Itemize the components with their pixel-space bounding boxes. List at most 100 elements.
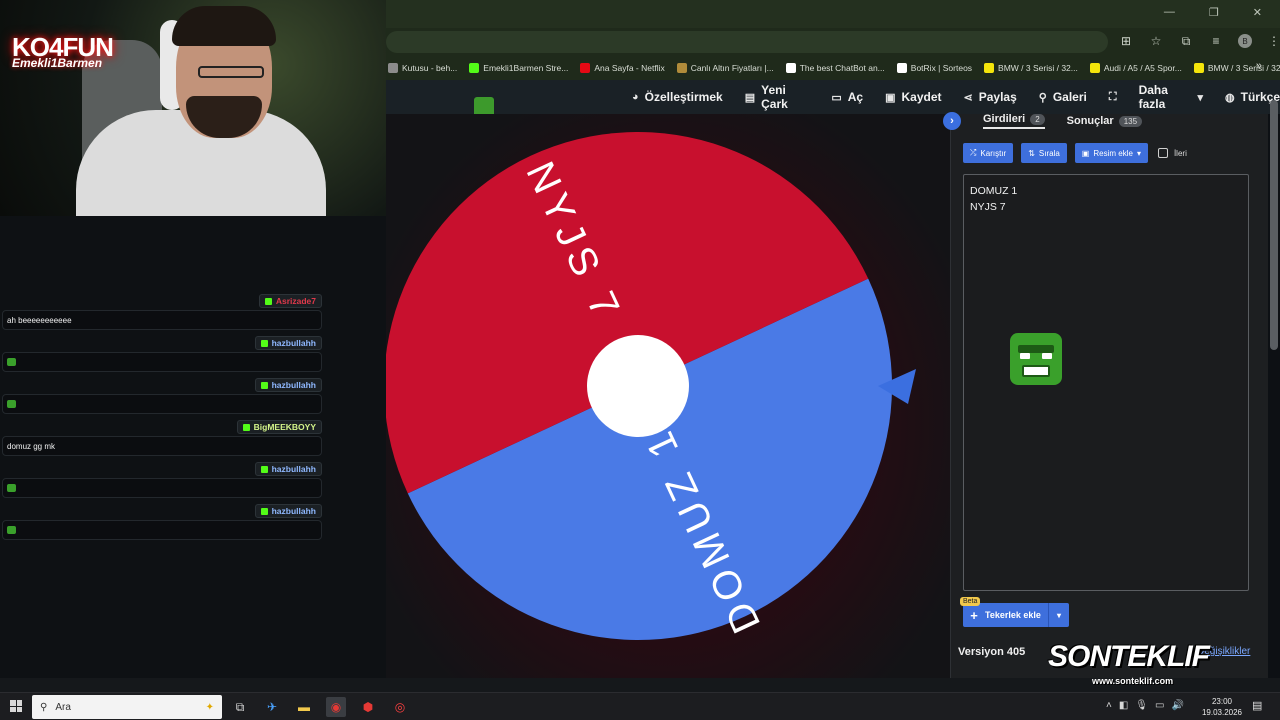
- bookmark-item[interactable]: BMW / 3 Serisi / 32...: [984, 63, 1078, 73]
- kick-badge-icon: [260, 465, 268, 473]
- tab-entries[interactable]: Girdileri 2: [983, 113, 1045, 129]
- bookmark-label: Emekli1Barmen Stre...: [483, 63, 569, 73]
- chevron-down-icon[interactable]: ▾: [1049, 611, 1069, 620]
- menu-item[interactable]: Daha fazla ▾: [1139, 83, 1203, 111]
- bookmark-item[interactable]: BMW / 3 Serisi / 32...: [1193, 63, 1280, 73]
- panel-tabs: › Girdileri 2 Sonuçlar 135: [943, 110, 1143, 132]
- bookmark-item[interactable]: Emekli1Barmen Stre...: [469, 63, 568, 73]
- chat-message-text: ah beeeeeeeeeee: [7, 316, 72, 325]
- app-icon[interactable]: ✈: [262, 697, 282, 717]
- wheel-center-hub[interactable]: [587, 335, 689, 437]
- bookmarks-more-button[interactable]: »: [1256, 60, 1262, 72]
- tab-results[interactable]: Sonuçlar 135: [1067, 115, 1143, 127]
- beta-badge: Beta: [960, 597, 981, 606]
- star-icon[interactable]: ☆: [1148, 33, 1164, 49]
- window-controls: — ❐ ✕: [1164, 6, 1262, 19]
- entries-textarea[interactable]: DOMUZ 1 NYJS 7: [963, 174, 1249, 591]
- menu-item[interactable]: ◕ Özelleştirmek: [632, 90, 723, 104]
- tray-chevron-icon[interactable]: ˄: [1106, 700, 1112, 711]
- chat-username-label: hazbullahh: [271, 506, 316, 516]
- chat-message-text: domuz gg mk: [7, 442, 56, 451]
- taskbar: ⚲ Ara ✦ ⧉ ✈ ▬ ◉ ⬢ ◎ ˄ ◧ 🎙 ▭ 🔊 23:00 19.0…: [0, 692, 1280, 720]
- hulk-emote-icon: [7, 400, 16, 408]
- chat-username[interactable]: hazbullahh: [254, 336, 322, 350]
- microphone-icon[interactable]: 🎙: [1135, 700, 1148, 711]
- windows-start-icon[interactable]: [10, 700, 22, 712]
- hulk-emote-image: [1010, 333, 1062, 385]
- chat-message: ah beeeeeeeeeee: [2, 310, 322, 330]
- tray-app-icon[interactable]: ◧: [1119, 700, 1128, 711]
- spin-wheel[interactable]: DOMUZ 1NYJS 7: [380, 124, 920, 654]
- sort-button[interactable]: ⇅ Sırala: [1021, 143, 1067, 163]
- chat-username[interactable]: hazbullahh: [254, 378, 322, 392]
- hulk-emote-icon: [7, 358, 16, 366]
- menu-item[interactable]: ⛶: [1109, 91, 1117, 104]
- menu-item-label: Yeni Çark: [761, 83, 788, 111]
- menu-item-label: Galeri: [1052, 90, 1087, 104]
- chat-message: domuz gg mk: [2, 436, 322, 456]
- file-explorer-icon[interactable]: ▬: [294, 697, 314, 717]
- add-wheel-button[interactable]: + Tekerlek ekle ▾: [963, 603, 1069, 627]
- tab-entries-label: Girdileri: [983, 113, 1026, 125]
- chat-username[interactable]: Asrizade7: [258, 294, 322, 308]
- profile-avatar[interactable]: B: [1238, 34, 1252, 48]
- palette-icon: ◕: [632, 91, 639, 103]
- bookmark-favicon-icon: [1193, 63, 1204, 73]
- bookmark-item[interactable]: Audi / A5 / A5 Spor...: [1089, 63, 1182, 73]
- bookmark-favicon-icon: [580, 63, 591, 73]
- add-image-button[interactable]: ▣ Resim ekle ▾: [1074, 143, 1148, 163]
- chat-username[interactable]: hazbullahh: [254, 504, 322, 518]
- chevron-down-icon: ▾: [1136, 148, 1141, 158]
- advanced-label: İleri: [1173, 148, 1187, 158]
- menu-item-label: Kaydet: [901, 90, 942, 104]
- bookmark-label: Canlı Altın Fiyatları |...: [690, 63, 774, 73]
- bookmark-favicon-icon: [676, 63, 687, 73]
- shuffle-icon: ⤮: [970, 148, 977, 157]
- bookmark-favicon-icon: [469, 63, 480, 73]
- menu-item[interactable]: ⋖ Paylaş: [964, 90, 1017, 104]
- address-input[interactable]: [386, 31, 1108, 53]
- folder-open-icon: ▭: [831, 91, 842, 104]
- hulk-emote-icon: [7, 526, 16, 534]
- bookmark-item[interactable]: The best ChatBot an...: [785, 63, 885, 73]
- menu-item[interactable]: ▭ Aç: [831, 90, 863, 104]
- menu-kebab-icon[interactable]: ⋮: [1266, 33, 1280, 49]
- task-view-icon[interactable]: ⧉: [230, 697, 250, 717]
- game-app-icon[interactable]: ⬢: [358, 697, 378, 717]
- advanced-checkbox[interactable]: [1157, 148, 1168, 158]
- chat-username[interactable]: hazbullahh: [254, 462, 322, 476]
- taskbar-clock[interactable]: 23:00 19.03.2026: [1200, 696, 1244, 718]
- chat-username[interactable]: BigMEEKBOYY: [236, 420, 322, 434]
- menu-item[interactable]: ▣ Kaydet: [885, 90, 941, 104]
- close-button[interactable]: ✕: [1253, 6, 1262, 19]
- volume-icon[interactable]: 🔊: [1171, 700, 1183, 711]
- chat-message: [2, 520, 322, 540]
- translate-icon[interactable]: ⊞: [1118, 33, 1134, 49]
- notifications-icon[interactable]: ▤: [1252, 699, 1262, 712]
- plus-icon: +: [970, 607, 978, 623]
- extensions-icon[interactable]: ⧉: [1178, 33, 1194, 49]
- kick-badge-icon: [260, 381, 268, 389]
- advanced-toggle[interactable]: İleri: [1157, 148, 1187, 158]
- menu-item-label: Daha fazla: [1138, 83, 1168, 111]
- menu-item[interactable]: ⚲ Galeri: [1039, 90, 1087, 104]
- network-icon[interactable]: ▭: [1155, 700, 1164, 711]
- media-icon[interactable]: ≡: [1208, 33, 1224, 49]
- chat-overlay: Asrizade7 ah beeeeeeeeeee hazbullahh hazbul…: [0, 216, 386, 678]
- restore-button[interactable]: ❐: [1209, 6, 1219, 19]
- shuffle-button[interactable]: ⤮ Karıştır: [963, 143, 1014, 163]
- kick-badge-icon: [260, 339, 268, 347]
- obs-app-icon[interactable]: ◎: [390, 697, 410, 717]
- bookmark-item[interactable]: Canlı Altın Fiyatları |...: [676, 63, 774, 73]
- bookmark-favicon-icon: [388, 63, 398, 73]
- bookmark-item[interactable]: Ana Sayfa - Netflix: [580, 63, 665, 73]
- page-scrollbar[interactable]: [1270, 100, 1278, 350]
- collapse-panel-icon[interactable]: ›: [943, 112, 961, 130]
- menu-item[interactable]: ▤ Yeni Çark: [745, 83, 810, 111]
- chrome-icon[interactable]: ◉: [326, 697, 346, 717]
- chat-message: [2, 394, 322, 414]
- minimize-button[interactable]: —: [1164, 6, 1175, 19]
- bookmark-item[interactable]: Kutusu - beh...: [388, 63, 457, 73]
- taskbar-search[interactable]: ⚲ Ara ✦: [32, 695, 222, 719]
- bookmark-item[interactable]: BotRix | Sorteos: [896, 63, 972, 73]
